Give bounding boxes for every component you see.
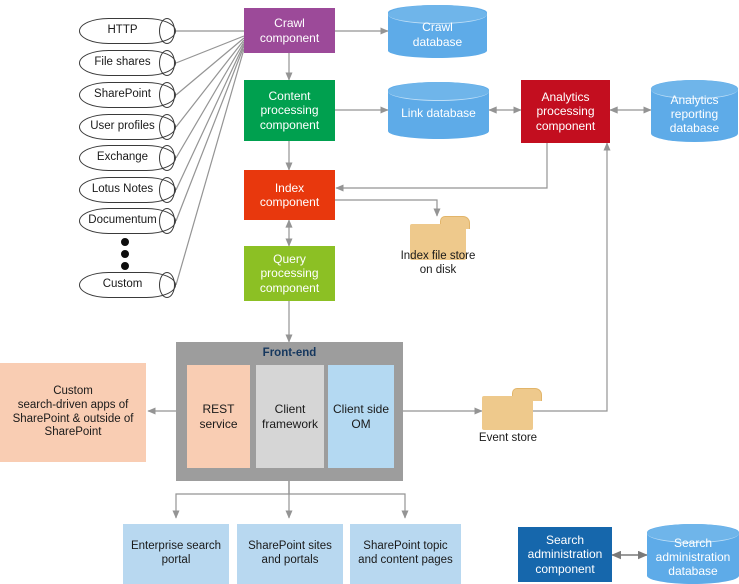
event-store-caption: Event store xyxy=(458,432,558,446)
content-source-file-shares[interactable]: File shares xyxy=(79,50,176,76)
sharepoint-topic-and-content-pages[interactable]: SharePoint topic and content pages xyxy=(350,524,461,584)
wire-eventstore-to-analytics xyxy=(533,142,611,412)
ard-label-line2: reporting xyxy=(670,106,719,121)
link-database[interactable]: Link database xyxy=(388,82,489,139)
analytics-processing-component[interactable]: Analytics processing component xyxy=(521,80,610,143)
rest-service-cell[interactable]: REST service xyxy=(187,365,250,468)
client-side-om-line1: Client side xyxy=(332,402,390,417)
content-source-label: HTTP xyxy=(107,24,138,37)
content-source-label: File shares xyxy=(94,56,151,69)
wire-frontend-to-portal xyxy=(172,481,290,519)
analytics-reporting-database[interactable]: Analytics reporting database xyxy=(651,80,738,142)
content-source-label: User profiles xyxy=(90,120,155,133)
sac-label-line1: Search xyxy=(545,533,585,548)
qpc-label-line1: Query xyxy=(273,252,306,267)
content-source-lotus-notes[interactable]: Lotus Notes xyxy=(79,177,176,203)
custom-apps-line3: SharePoint & outside of xyxy=(12,412,134,425)
enterprise-search-portal[interactable]: Enterprise search portal xyxy=(123,524,229,584)
ard-label-line3: database xyxy=(669,121,720,136)
rest-service-line1: REST xyxy=(202,402,235,417)
content-processing-component[interactable]: Content processing component xyxy=(244,80,335,141)
cpc-label-line3: component xyxy=(259,117,320,132)
apc-label-line1: Analytics xyxy=(541,90,590,105)
content-source-label: Custom xyxy=(102,278,143,291)
apc-label-line3: component xyxy=(535,118,596,133)
search-administration-component[interactable]: Search administration component xyxy=(518,527,612,582)
endpoint-line1: SharePoint topic xyxy=(363,540,448,553)
index-file-store-line1: Index file store xyxy=(400,250,476,262)
cylinder-cap-icon xyxy=(159,82,175,108)
wire-frontend-to-topicpages xyxy=(288,481,409,519)
crawl-component[interactable]: Crawl component xyxy=(244,8,335,53)
link-database-label: Link database xyxy=(401,106,476,121)
cylinder-top-icon xyxy=(388,82,489,101)
cylinder-cap-icon xyxy=(159,50,175,76)
event-store-folder-icon[interactable] xyxy=(482,388,542,430)
sad-label-line2: administration xyxy=(655,549,731,564)
crawl-database-label-line2: database xyxy=(412,34,463,49)
event-store-label: Event store xyxy=(478,432,538,444)
content-source-sharepoint[interactable]: SharePoint xyxy=(79,82,176,108)
custom-apps-line1: Custom xyxy=(53,385,93,398)
endpoint-line2: and portals xyxy=(261,554,319,566)
index-file-store-line2: on disk xyxy=(419,263,457,276)
qpc-label-line2: processing xyxy=(260,266,319,281)
ard-label-line1: Analytics xyxy=(670,92,719,107)
content-source-label: SharePoint xyxy=(94,88,151,101)
custom-apps-line2: search-driven apps of xyxy=(17,398,129,411)
crawl-component-label-line1: Crawl xyxy=(274,16,305,31)
client-framework-line2: framework xyxy=(261,416,318,431)
client-framework-line1: Client xyxy=(274,402,306,417)
sad-label-line3: database xyxy=(668,564,718,579)
front-end-title: Front-end xyxy=(262,347,317,359)
vertical-ellipsis-icon xyxy=(120,238,130,270)
custom-search-driven-apps[interactable]: Custom search-driven apps of SharePoint … xyxy=(0,363,146,462)
endpoint-line1: Enterprise search xyxy=(130,540,222,553)
content-source-label: Documentum xyxy=(88,214,157,227)
client-framework-cell[interactable]: Client framework xyxy=(256,365,324,468)
search-architecture-diagram: HTTP File shares SharePoint User profile… xyxy=(0,0,739,584)
index-component-label-line1: Index xyxy=(274,180,305,195)
rest-service-line2: service xyxy=(199,416,238,431)
client-side-om-line2: OM xyxy=(351,416,371,431)
endpoint-line2: and content pages xyxy=(358,554,453,566)
index-component-label-line2: component xyxy=(259,195,320,209)
content-source-label: Lotus Notes xyxy=(91,183,154,196)
custom-apps-line4: SharePoint xyxy=(44,426,102,439)
index-file-store-caption: Index file store on disk xyxy=(378,250,498,278)
cpc-label-line1: Content xyxy=(268,89,311,104)
content-source-label: Exchange xyxy=(96,151,149,164)
cylinder-cap-icon xyxy=(159,18,175,44)
crawl-component-label-line2: component xyxy=(259,30,320,45)
query-processing-component[interactable]: Query processing component xyxy=(244,246,335,301)
content-source-user-profiles[interactable]: User profiles xyxy=(79,114,176,140)
sharepoint-sites-and-portals[interactable]: SharePoint sites and portals xyxy=(237,524,343,584)
endpoint-line2: portal xyxy=(161,554,191,566)
qpc-label-line3: component xyxy=(259,280,320,295)
crawl-database[interactable]: Crawl database xyxy=(388,5,487,58)
sac-label-line3: component xyxy=(535,561,595,576)
index-component[interactable]: Index component xyxy=(244,170,335,220)
cylinder-cap-icon xyxy=(159,145,175,171)
client-side-om-cell[interactable]: Client side OM xyxy=(328,365,394,468)
sad-label-line1: Search xyxy=(673,535,712,550)
content-source-http[interactable]: HTTP xyxy=(79,18,176,44)
wire-analytics-to-index xyxy=(335,143,548,192)
content-source-connectors xyxy=(175,30,245,286)
crawl-database-label-line1: Crawl xyxy=(422,20,453,35)
content-source-custom[interactable]: Custom xyxy=(79,272,176,298)
cpc-label-line2: processing xyxy=(260,103,319,118)
content-source-exchange[interactable]: Exchange xyxy=(79,145,176,171)
endpoint-line1: SharePoint sites xyxy=(248,540,332,553)
content-source-documentum[interactable]: Documentum xyxy=(79,208,176,234)
search-administration-database[interactable]: Search administration database xyxy=(647,524,739,584)
apc-label-line2: processing xyxy=(536,104,595,119)
wire-index-to-filestore xyxy=(335,199,441,217)
cylinder-cap-icon xyxy=(159,272,175,298)
sac-label-line2: administration xyxy=(527,547,603,562)
